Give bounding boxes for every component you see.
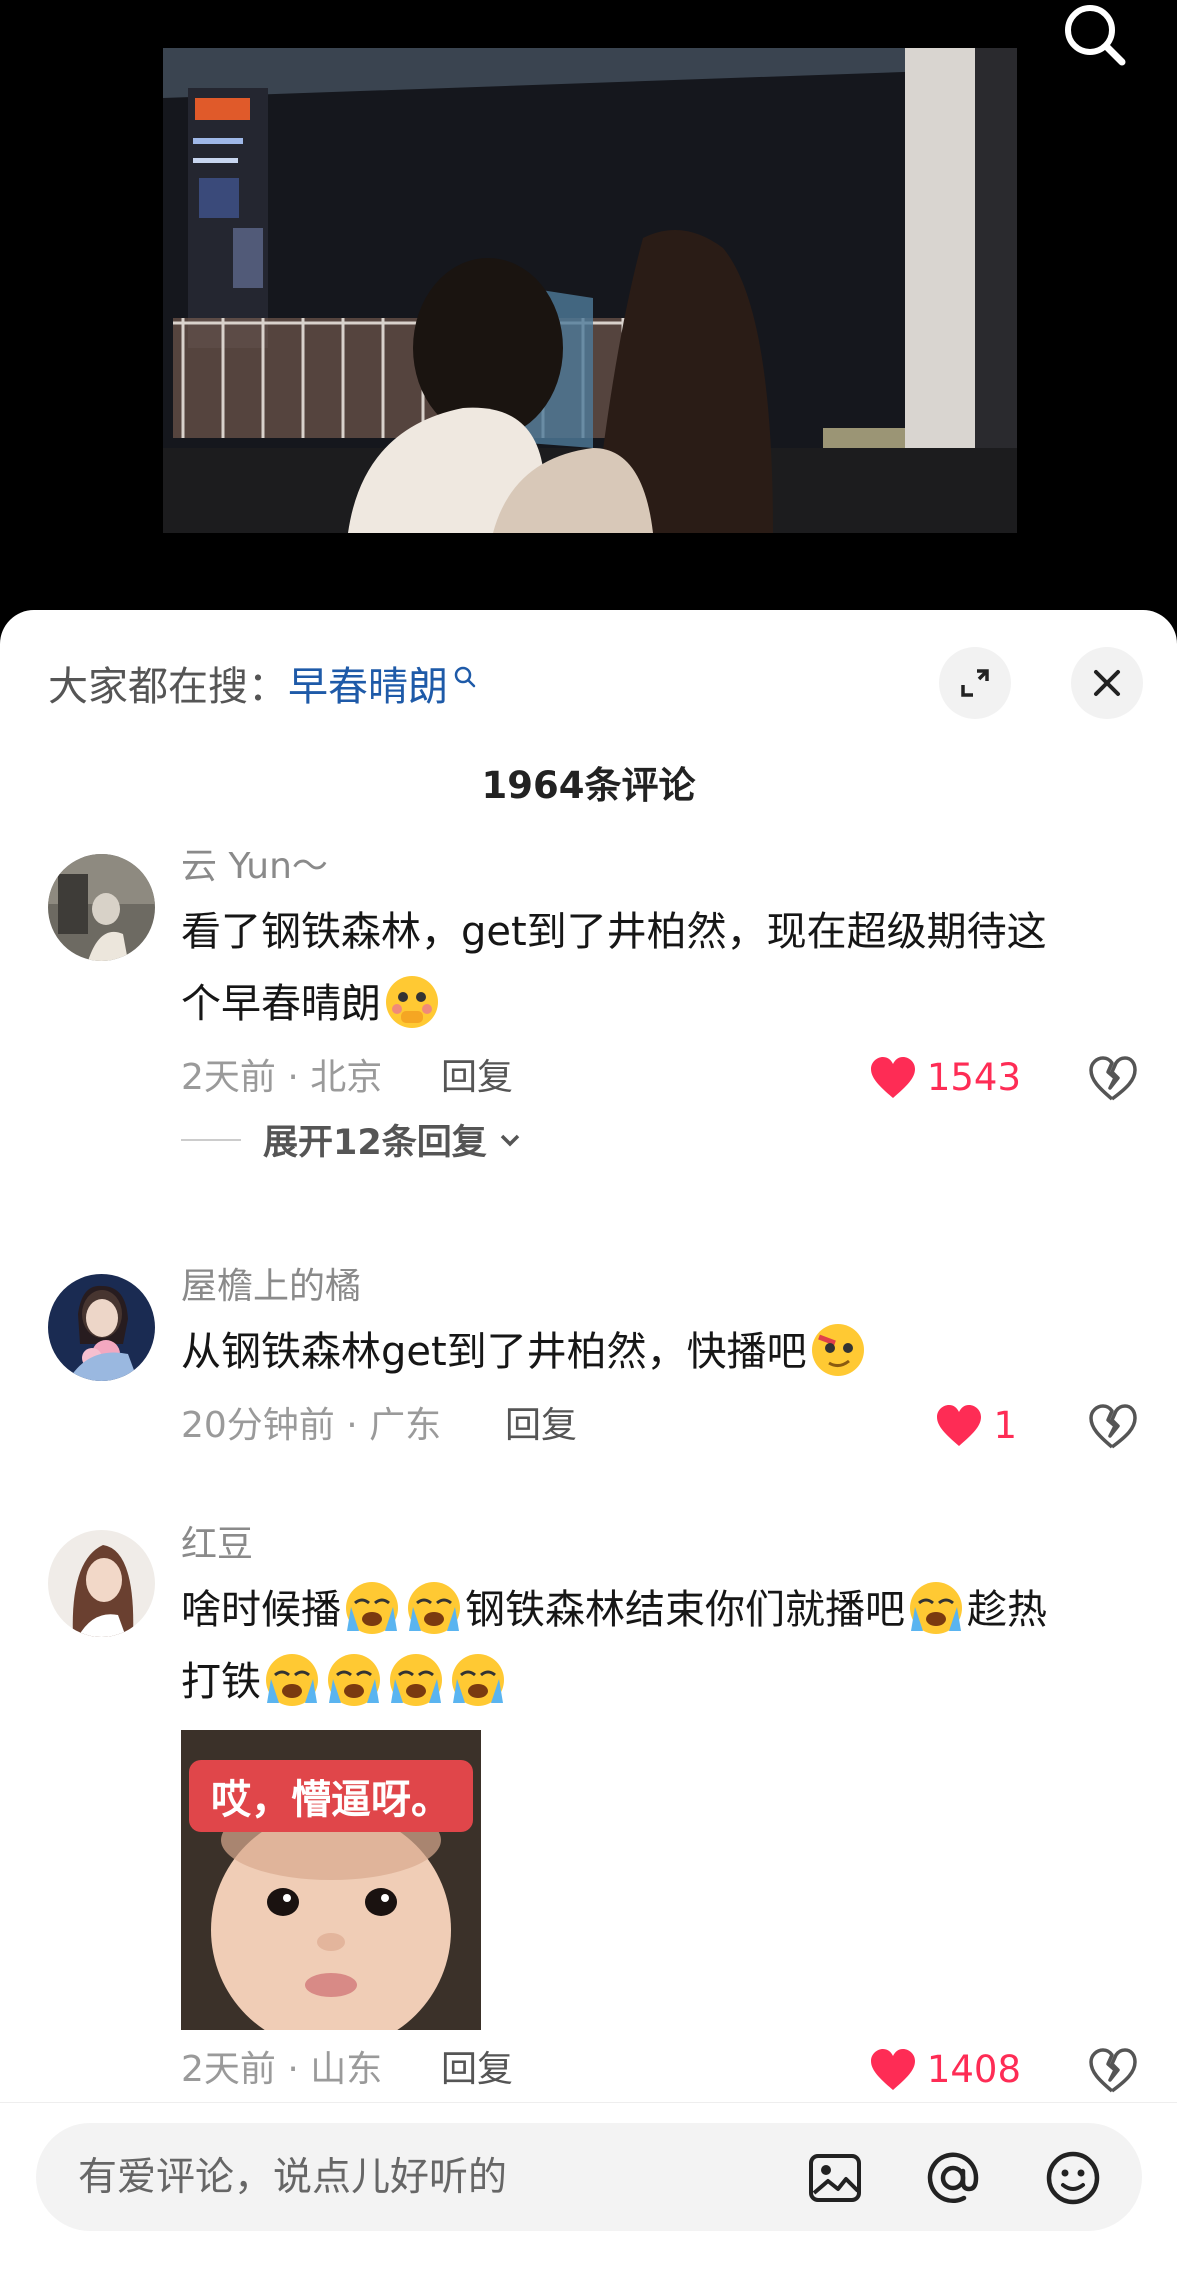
username[interactable]: 红豆 [181, 1520, 1137, 1570]
avatar[interactable] [48, 1530, 155, 1637]
comment-sheet: 大家都在搜：早春晴朗 1964条评论 云 Yun～ 看了钢铁森林，get到了井柏… [0, 610, 1177, 2270]
heart-icon [870, 1057, 915, 1098]
search-icon [1065, 5, 1126, 66]
input-container[interactable] [36, 2123, 1142, 2231]
expand-replies-label: 展开12条回复 [263, 1123, 487, 1163]
comment-text: 啥时候播 钢铁森林结束你们就播吧 趁热 打铁 [181, 1574, 1137, 1718]
comment-meta: 2天前 · 山东 回复 1408 [181, 2040, 1137, 2100]
comment-input[interactable] [76, 2123, 776, 2231]
avatar[interactable] [48, 854, 155, 961]
crying-emoji-icon [408, 1582, 460, 1634]
trending-keyword[interactable]: 早春晴朗 [288, 664, 448, 710]
crying-emoji-icon [452, 1654, 504, 1706]
like-button[interactable]: 1408 [869, 2040, 1021, 2100]
heart-icon [870, 2049, 915, 2090]
comment-text-part4: 打铁 [181, 1659, 261, 1705]
reply-button[interactable]: 回复 [441, 1048, 513, 1108]
comment-text-content: 从钢铁森林get到了井柏然，快播吧 [181, 1329, 807, 1375]
comment-text-line2: 个早春晴朗 [181, 981, 381, 1027]
close-button[interactable] [1071, 647, 1143, 719]
comment-text-line1: 看了钢铁森林，get到了井柏然，现在超级期待这 [181, 909, 1047, 955]
timestamp-location: 2天前 · 山东 [181, 2049, 383, 2090]
comment-meta: 2天前 · 北京 回复 1543 [181, 1048, 1137, 1108]
like-count: 1408 [926, 2048, 1021, 2091]
smug-emoji-icon [811, 1324, 864, 1376]
comment-text-part1: 啥时候播 [181, 1587, 341, 1633]
username[interactable]: 云 Yun～ [181, 842, 1137, 892]
shy-emoji-icon [386, 976, 438, 1028]
comment-text: 看了钢铁森林，get到了井柏然，现在超级期待这 个早春晴朗 [181, 896, 1137, 1040]
crying-emoji-icon [266, 1654, 318, 1706]
crying-emoji-icon [910, 1582, 962, 1634]
heart-icon [937, 1405, 982, 1446]
like-count: 1 [993, 1404, 1017, 1447]
sticker-image[interactable]: 哎，懵逼呀。 [181, 1730, 481, 2030]
comment-meta: 20分钟前 · 广东 回复 1 [181, 1396, 1137, 1456]
expand-icon [961, 669, 989, 697]
crying-emoji-icon [328, 1654, 380, 1706]
reply-button[interactable]: 回复 [441, 2040, 513, 2100]
video-thumbnail[interactable] [163, 48, 1017, 533]
like-button[interactable]: 1543 [869, 1048, 1021, 1108]
at-icon[interactable] [924, 2149, 982, 2207]
like-count: 1543 [926, 1056, 1021, 1099]
trending-prefix: 大家都在搜： [48, 664, 288, 710]
reply-button[interactable]: 回复 [505, 1396, 577, 1456]
small-search-icon [452, 654, 478, 700]
comment-body: 屋檐上的橘 从钢铁森林get到了井柏然，快播吧 20分钟前 · 广东 回复 1 [181, 1262, 1137, 1456]
video-area[interactable] [0, 0, 1177, 625]
timestamp-location: 2天前 · 北京 [181, 1057, 383, 1098]
close-icon [1094, 670, 1120, 696]
chevron-down-icon [500, 1134, 519, 1146]
comment-body: 云 Yun～ 看了钢铁森林，get到了井柏然，现在超级期待这 个早春晴朗 2天前… [181, 842, 1137, 1108]
timestamp-location: 20分钟前 · 广东 [181, 1405, 442, 1446]
trending-search[interactable]: 大家都在搜：早春晴朗 [48, 654, 478, 712]
expand-button[interactable] [939, 647, 1011, 719]
emoji-icon[interactable] [1044, 2149, 1102, 2207]
avatar[interactable] [48, 1274, 155, 1381]
video-scene-image [163, 48, 1017, 533]
sticker-caption: 哎，懵逼呀。 [189, 1760, 473, 1832]
broken-heart-icon[interactable] [1087, 1054, 1137, 1104]
sheet-header: 大家都在搜：早春晴朗 [0, 610, 1177, 750]
image-icon[interactable] [806, 2149, 864, 2207]
broken-heart-icon[interactable] [1087, 2046, 1137, 2096]
comment-count: 1964条评论 [481, 764, 696, 807]
divider-line [181, 1138, 241, 1141]
broken-heart-icon[interactable] [1087, 1402, 1137, 1452]
comment-text-part3: 趁热 [967, 1587, 1047, 1633]
comment-input-bar [0, 2102, 1177, 2270]
comment-text: 从钢铁森林get到了井柏然，快播吧 [181, 1316, 1137, 1388]
expand-replies-button[interactable]: 展开12条回复 [181, 1114, 525, 1165]
comment-text-part2: 钢铁森林结束你们就播吧 [465, 1587, 905, 1633]
like-button[interactable]: 1 [935, 1396, 1017, 1456]
crying-emoji-icon [346, 1582, 398, 1634]
search-button[interactable] [1056, 0, 1136, 70]
comment-body: 红豆 啥时候播 钢铁森林结束你们就播吧 趁热 打铁 哎，懵逼呀。 2天前 · 山… [181, 1520, 1137, 2100]
crying-emoji-icon [390, 1654, 442, 1706]
username[interactable]: 屋檐上的橘 [181, 1262, 1137, 1312]
